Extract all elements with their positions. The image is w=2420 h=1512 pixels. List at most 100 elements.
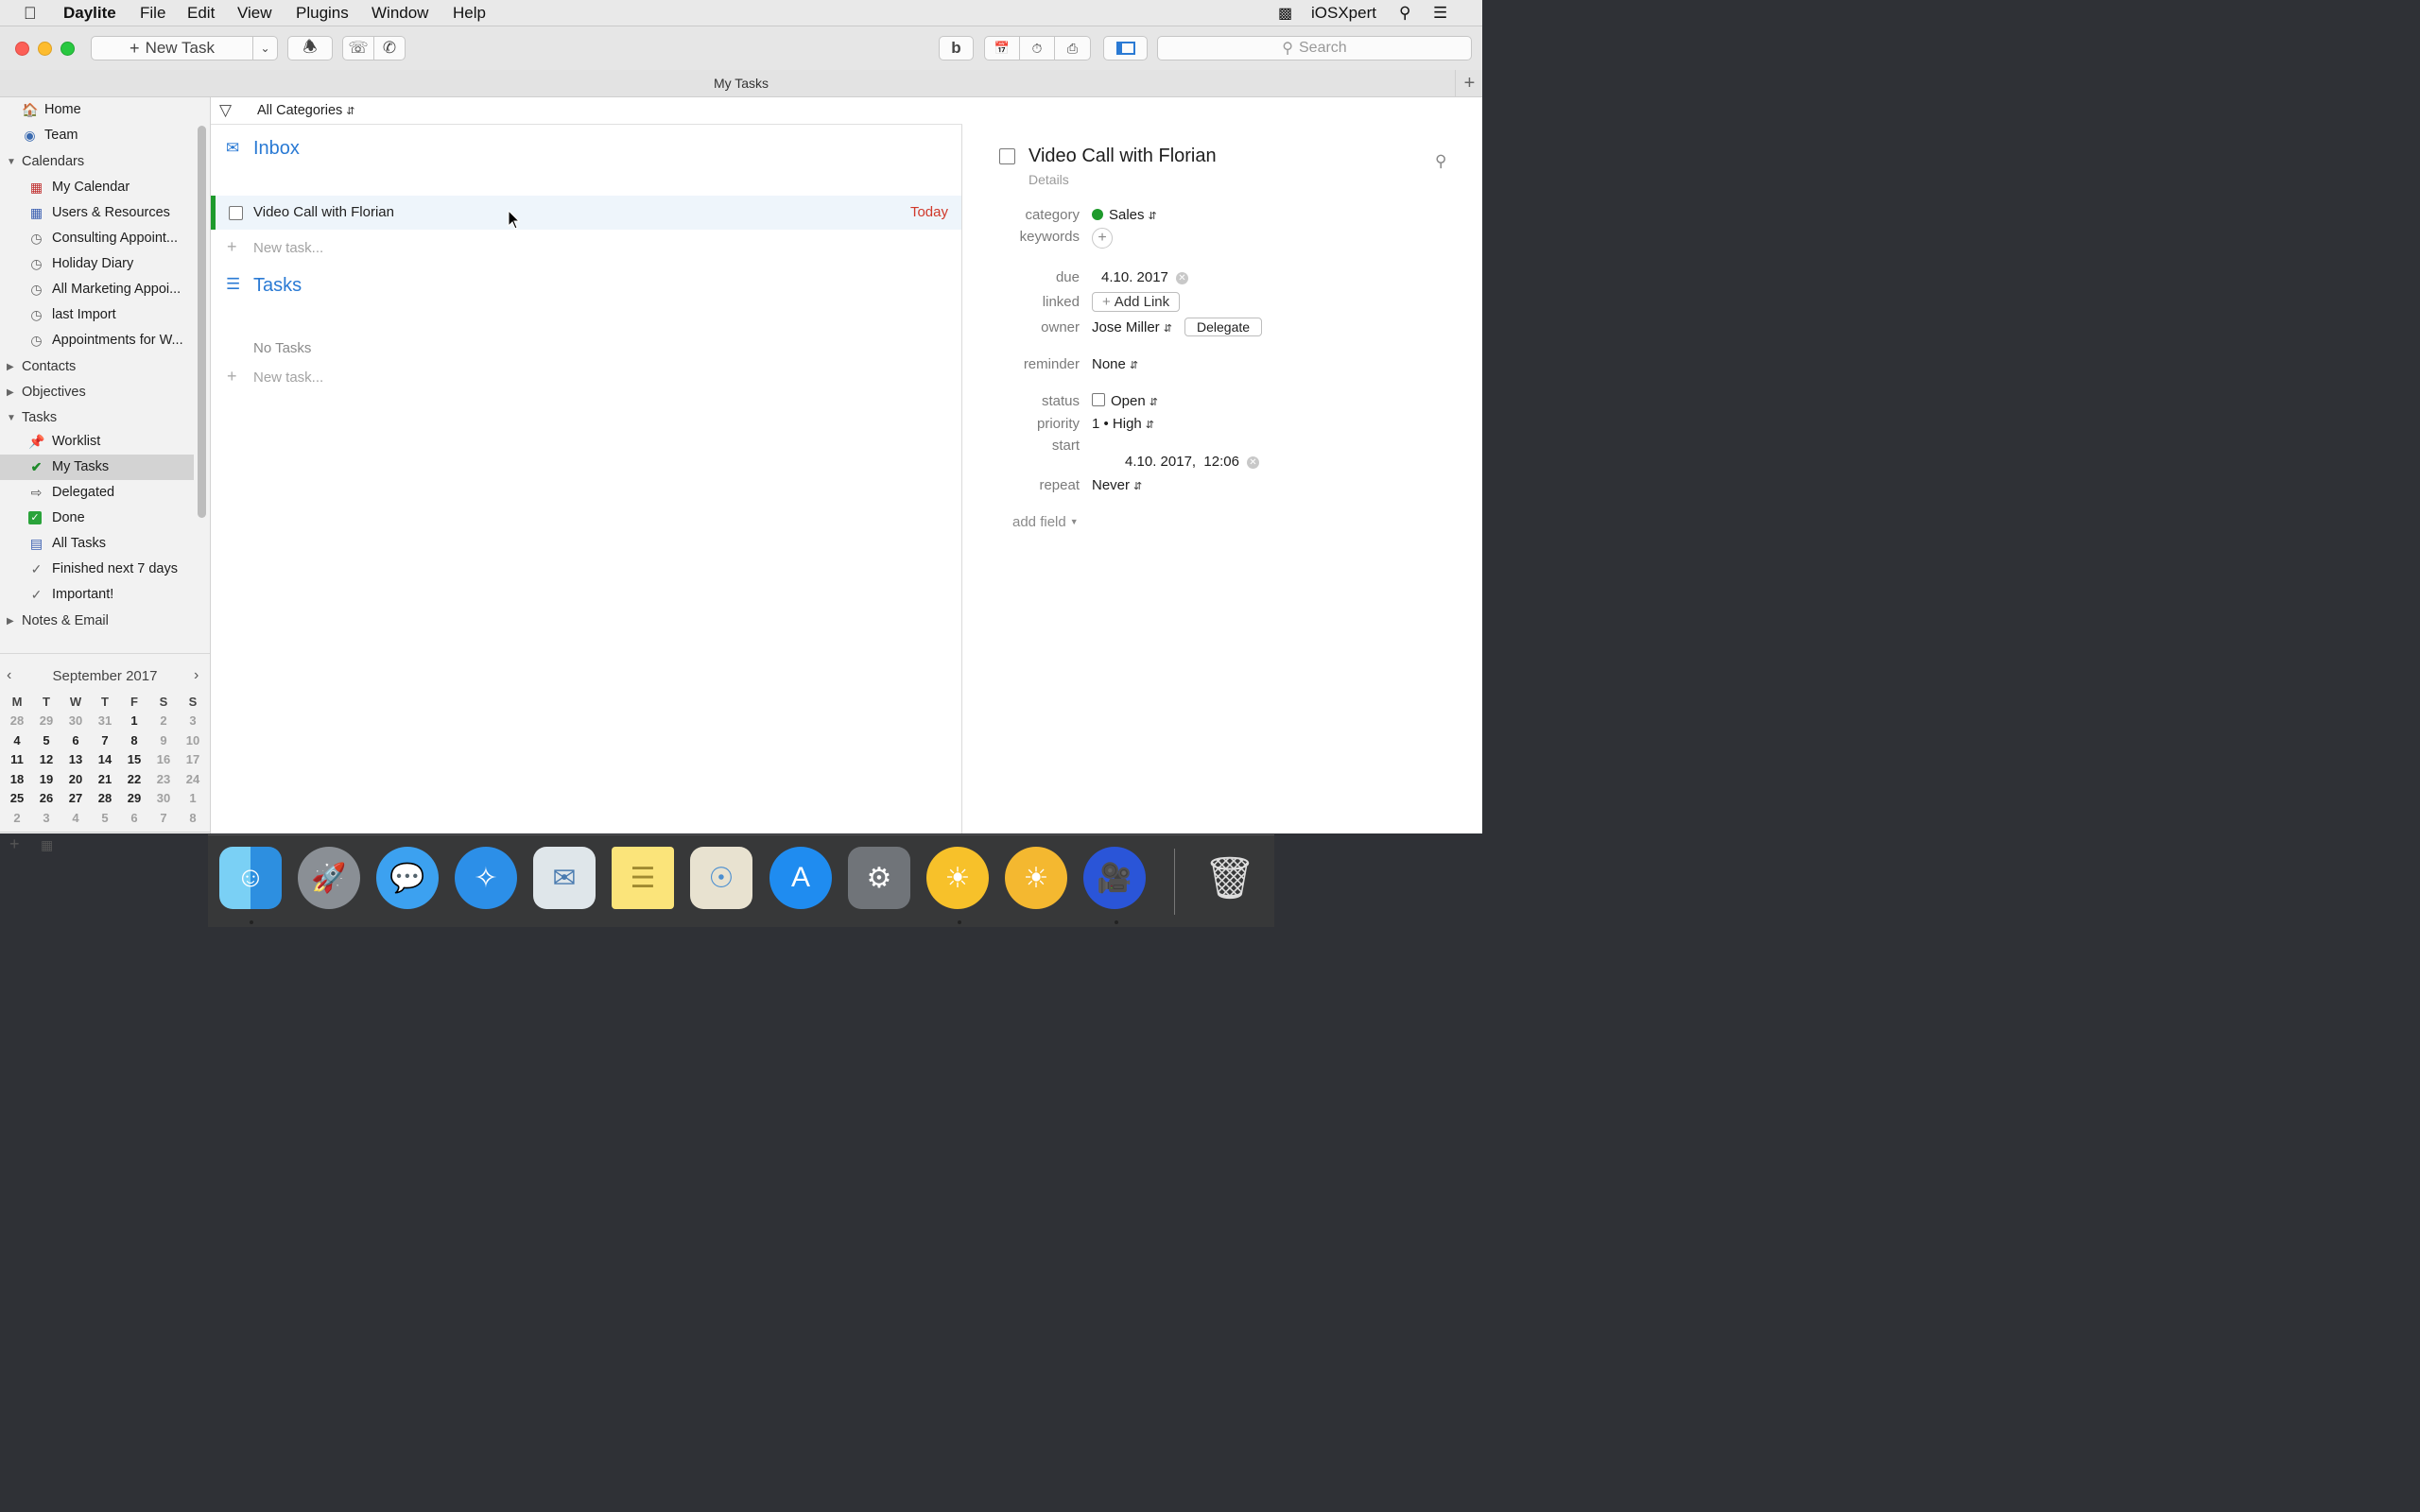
calendar-day[interactable]: 31 xyxy=(92,713,118,728)
calendar-day[interactable]: 18 xyxy=(4,772,30,786)
calendar-day[interactable]: 4 xyxy=(4,733,30,747)
apple-menu-icon[interactable]:  xyxy=(24,4,37,24)
new-task-button[interactable]: + New Task xyxy=(91,36,253,60)
search-field[interactable]: ⚲ Search xyxy=(1157,36,1472,60)
calendar-day[interactable]: 24 xyxy=(180,772,206,786)
toggle-sidebar-button[interactable] xyxy=(1103,36,1148,60)
clear-icon[interactable]: ✕ xyxy=(1175,272,1188,284)
calendar-day[interactable]: 4 xyxy=(62,811,89,825)
screen-record-icon[interactable]: ▩ xyxy=(1278,4,1292,23)
calendar-day[interactable]: 1 xyxy=(121,713,147,728)
detail-title[interactable]: Video Call with Florian xyxy=(1028,146,1217,167)
calendar-day[interactable]: 27 xyxy=(62,791,89,805)
status-select[interactable]: Open ⇵ xyxy=(1092,393,1158,409)
sidebar-item-consulting[interactable]: ◷ Consulting Appoint... xyxy=(0,226,194,251)
launchpad-icon[interactable]: 🚀 xyxy=(298,847,360,909)
menu-edit[interactable]: Edit xyxy=(187,4,215,23)
add-link-button[interactable]: + Add Link xyxy=(1092,292,1181,312)
menu-plugins[interactable]: Plugins xyxy=(296,4,349,23)
maps-icon[interactable]: ☉ xyxy=(690,847,752,909)
new-task-inbox-field[interactable]: New task... xyxy=(253,240,323,256)
notification-center-icon[interactable]: ☰ xyxy=(1433,4,1447,23)
status-checkbox[interactable] xyxy=(1092,393,1105,406)
timer-button[interactable]: ⏱ xyxy=(1019,36,1055,60)
menu-app-name[interactable]: Daylite xyxy=(63,4,116,23)
clips-icon[interactable]: 🎥 xyxy=(1083,847,1146,909)
system-preferences-icon[interactable]: ⚙ xyxy=(848,847,910,909)
sidebar-section-notes-email[interactable]: ▶ Notes & Email xyxy=(0,609,194,634)
sidebar-section-calendars[interactable]: ▼ Calendars xyxy=(0,149,194,175)
reminders-button[interactable]: 🕭 xyxy=(287,36,333,60)
finder-icon[interactable]: ☺ xyxy=(219,847,282,909)
add-field-button[interactable]: add field ▼ xyxy=(1012,514,1079,530)
calendar-day[interactable]: 1 xyxy=(180,791,206,805)
calendar-day[interactable]: 13 xyxy=(62,752,89,766)
clear-icon[interactable]: ✕ xyxy=(1246,456,1259,469)
sidebar-item-my-calendar[interactable]: ▦ My Calendar xyxy=(0,175,194,200)
sidebar-item-done[interactable]: ✓ Done xyxy=(0,506,194,531)
reminder-select[interactable]: None ⇵ xyxy=(1092,356,1138,372)
task-checkbox[interactable] xyxy=(229,206,243,220)
task-row[interactable]: Video Call with Florian Today xyxy=(211,196,961,230)
category-filter-select[interactable]: All Categories ⇵ xyxy=(257,103,354,118)
notes-icon[interactable]: ☰ xyxy=(612,847,674,909)
category-select[interactable]: Sales ⇵ xyxy=(1092,207,1157,223)
calendar-day[interactable]: 8 xyxy=(180,811,206,825)
sidebar-item-holiday-diary[interactable]: ◷ Holiday Diary xyxy=(0,251,194,277)
safari-icon[interactable]: ✧ xyxy=(455,847,517,909)
filter-funnel-icon[interactable]: ▽ xyxy=(219,101,232,120)
calendar-day[interactable]: 30 xyxy=(150,791,177,805)
calendar-day[interactable]: 22 xyxy=(121,772,147,786)
sidebar-item-appointments[interactable]: ◷ Appointments for W... xyxy=(0,328,194,353)
sidebar-item-all-tasks[interactable]: ▤ All Tasks xyxy=(0,531,194,557)
calendar-day[interactable]: 2 xyxy=(150,713,177,728)
priority-select[interactable]: 1 • High ⇵ xyxy=(1092,416,1154,432)
repeat-select[interactable]: Never ⇵ xyxy=(1092,477,1142,493)
calendar-day[interactable]: 28 xyxy=(4,713,30,728)
calendar-day[interactable]: 12 xyxy=(33,752,60,766)
print-button[interactable]: ⎙ xyxy=(1054,36,1091,60)
mail-icon[interactable]: ✉ xyxy=(533,847,596,909)
calendar-day[interactable]: 17 xyxy=(180,752,206,766)
zoom-window-button[interactable] xyxy=(60,42,75,56)
calendar-day[interactable]: 3 xyxy=(33,811,60,825)
calendar-day[interactable]: 16 xyxy=(150,752,177,766)
spotlight-icon[interactable]: ⚲ xyxy=(1399,4,1410,23)
menu-user[interactable]: iOSXpert xyxy=(1311,4,1376,23)
calendar-day[interactable]: 29 xyxy=(121,791,147,805)
calendar-day[interactable]: 11 xyxy=(4,752,30,766)
call-button[interactable]: ☏ xyxy=(342,36,374,60)
calendar-day[interactable]: 3 xyxy=(180,713,206,728)
sidebar-item-team[interactable]: ◉ Team xyxy=(0,123,194,148)
calendar-day[interactable]: 9 xyxy=(150,733,177,747)
delegate-button[interactable]: Delegate xyxy=(1184,318,1263,336)
calendar-day[interactable]: 26 xyxy=(33,791,60,805)
sidebar-item-home[interactable]: 🏠 Home xyxy=(0,97,194,123)
close-window-button[interactable] xyxy=(15,42,29,56)
detail-task-checkbox[interactable] xyxy=(999,148,1015,164)
calendar-day[interactable]: 6 xyxy=(121,811,147,825)
calendar-next-month-icon[interactable]: › xyxy=(194,667,199,684)
calendar-day[interactable]: 7 xyxy=(150,811,177,825)
add-keyword-button[interactable]: + xyxy=(1092,228,1113,249)
daylite-server-icon[interactable]: ☀ xyxy=(1005,847,1067,909)
messages-icon[interactable]: 💬 xyxy=(376,847,439,909)
sidebar-item-worklist[interactable]: 📌 Worklist xyxy=(0,429,194,455)
due-date-field[interactable]: 4.10. 2017 ✕ xyxy=(1101,269,1188,285)
menu-help[interactable]: Help xyxy=(453,4,486,23)
calendar-day[interactable]: 8 xyxy=(121,733,147,747)
sidebar-item-my-tasks[interactable]: ✔ My Tasks xyxy=(0,455,194,480)
calendar-day[interactable]: 30 xyxy=(62,713,89,728)
calendar-day[interactable]: 25 xyxy=(4,791,30,805)
calendar-day[interactable]: 21 xyxy=(92,772,118,786)
calendar-day[interactable]: 15 xyxy=(121,752,147,766)
calendar-day[interactable]: 19 xyxy=(33,772,60,786)
calendar-day[interactable]: 20 xyxy=(62,772,89,786)
calendar-day[interactable]: 28 xyxy=(92,791,118,805)
trash-icon[interactable]: 🗑 xyxy=(1199,847,1261,909)
calendar-day[interactable]: 23 xyxy=(150,772,177,786)
daylite-connect-button[interactable]: b xyxy=(939,36,974,60)
calendar-day[interactable]: 5 xyxy=(33,733,60,747)
sidebar-item-last-import[interactable]: ◷ last Import xyxy=(0,302,194,328)
sidebar-section-contacts[interactable]: ▶ Contacts xyxy=(0,354,194,380)
